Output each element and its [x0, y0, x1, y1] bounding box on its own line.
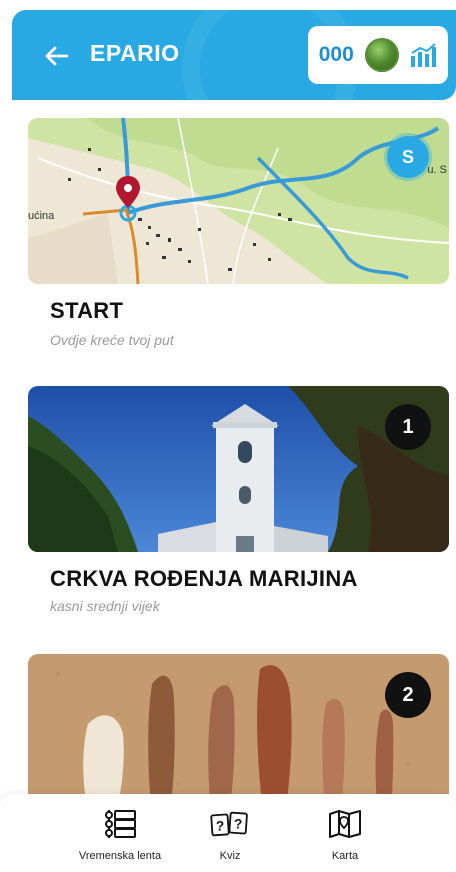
- stop-subtitle: kasni srednji vijek: [50, 598, 160, 614]
- nav-quiz[interactable]: ? ? Kviz: [175, 808, 285, 868]
- stop-card-start[interactable]: S ućina u. S START Ovdje kreće tvoj put: [28, 118, 449, 348]
- stop-number-badge: 2: [385, 672, 431, 718]
- nav-label: Vremenska lenta: [78, 850, 162, 862]
- score-value: 000: [318, 43, 354, 66]
- map-image: [28, 118, 449, 284]
- back-button[interactable]: [40, 40, 72, 72]
- app-header: EPARIO 000: [12, 10, 456, 100]
- stop-subtitle: Ovdje kreće tvoj put: [50, 332, 174, 348]
- map-thumbnail: S ućina u. S: [28, 118, 449, 284]
- bar-chart-icon: [411, 43, 437, 67]
- bottom-navigation: Vremenska lenta ? ? Kviz Karta: [0, 794, 456, 872]
- timeline-icon: [100, 808, 140, 840]
- stop-title: CRKVA ROĐENJA MARIJINA: [50, 566, 358, 591]
- start-badge: S: [387, 136, 429, 178]
- nav-timeline[interactable]: Vremenska lenta: [65, 808, 175, 868]
- arrow-left-icon: [45, 46, 69, 66]
- score-panel[interactable]: 000: [308, 26, 448, 84]
- nav-label: Kviz: [219, 850, 241, 862]
- map-label-left: ućina: [28, 210, 55, 222]
- page-title: EPARIO: [90, 40, 180, 66]
- artifact-photo: 2: [28, 654, 449, 794]
- map-icon: [325, 808, 365, 840]
- svg-text:?: ?: [216, 818, 224, 833]
- flint-blades-image: [28, 654, 449, 794]
- map-label-right: u. S: [427, 164, 447, 176]
- church-image: [28, 386, 449, 552]
- green-coin-icon: [364, 38, 399, 72]
- stop-title: START: [50, 298, 124, 323]
- quiz-icon: ? ?: [210, 808, 250, 840]
- church-photo: 1: [28, 386, 449, 552]
- stop-card-2[interactable]: 2: [28, 654, 449, 794]
- nav-map[interactable]: Karta: [290, 808, 400, 868]
- app-screen: EPARIO 000 S ućina u. S START Ovdje kreć…: [0, 0, 456, 872]
- stop-card-1[interactable]: 1 CRKVA ROĐENJA MARIJINA kasni srednji v…: [28, 386, 449, 614]
- stops-list: S ućina u. S START Ovdje kreće tvoj put: [0, 100, 456, 794]
- svg-text:?: ?: [234, 817, 242, 832]
- nav-label: Karta: [331, 850, 359, 862]
- stop-number-badge: 1: [385, 404, 431, 450]
